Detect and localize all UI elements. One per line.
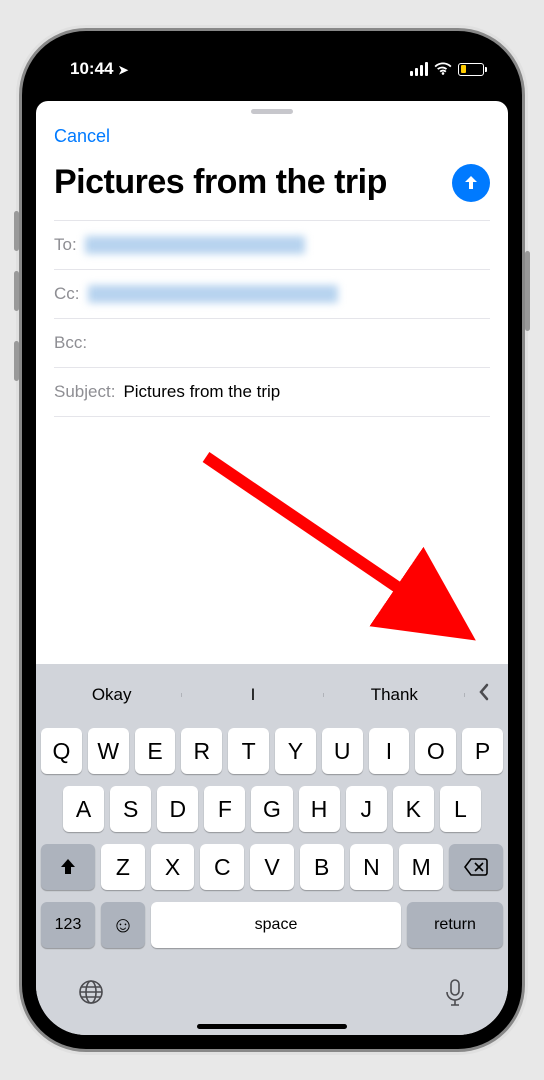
notch	[162, 31, 382, 65]
compose-card: Cancel Pictures from the trip To: Cc:	[36, 101, 508, 1035]
emoji-key[interactable]: ☺	[101, 902, 145, 948]
key-n[interactable]: N	[350, 844, 394, 890]
key-row-3: Z X C V B N M	[41, 844, 503, 890]
key-o[interactable]: O	[415, 728, 456, 774]
numbers-key[interactable]: 123	[41, 902, 95, 948]
key-f[interactable]: F	[204, 786, 245, 832]
backspace-icon	[464, 858, 488, 876]
key-t[interactable]: T	[228, 728, 269, 774]
arrow-up-icon	[461, 173, 481, 193]
wifi-icon	[434, 62, 452, 76]
backspace-key[interactable]	[449, 844, 503, 890]
keyboard: Okay I Thank Q W E R T Y U I O	[36, 664, 508, 1035]
key-h[interactable]: H	[299, 786, 340, 832]
body-area[interactable]	[36, 417, 508, 664]
globe-icon[interactable]	[77, 978, 105, 1006]
key-m[interactable]: M	[399, 844, 443, 890]
compose-title: Pictures from the trip	[54, 163, 387, 202]
subject-value: Pictures from the trip	[123, 382, 490, 402]
shift-key[interactable]	[41, 844, 95, 890]
cc-field[interactable]: Cc:	[54, 270, 490, 319]
fields: To: Cc: Bcc: Subject: Pictures from the …	[36, 220, 508, 417]
key-v[interactable]: V	[250, 844, 294, 890]
key-z[interactable]: Z	[101, 844, 145, 890]
cc-label: Cc:	[54, 284, 80, 304]
key-s[interactable]: S	[110, 786, 151, 832]
shift-icon	[57, 856, 79, 878]
key-d[interactable]: D	[157, 786, 198, 832]
to-field[interactable]: To:	[54, 220, 490, 270]
phone-frame: 10:44 ➤ Cancel Pictures from the trip	[22, 31, 522, 1049]
expand-suggestions-button[interactable]	[465, 682, 503, 708]
space-key[interactable]: space	[151, 902, 401, 948]
cellular-signal-icon	[410, 62, 428, 76]
return-key[interactable]: return	[407, 902, 503, 948]
key-q[interactable]: Q	[41, 728, 82, 774]
key-b[interactable]: B	[300, 844, 344, 890]
compose-title-row: Pictures from the trip	[36, 153, 508, 220]
send-button[interactable]	[452, 164, 490, 202]
key-p[interactable]: P	[462, 728, 503, 774]
suggestion-row: Okay I Thank	[41, 672, 503, 718]
key-u[interactable]: U	[322, 728, 363, 774]
key-r[interactable]: R	[181, 728, 222, 774]
suggestion-2[interactable]: I	[182, 685, 323, 705]
keyboard-bottom	[41, 960, 503, 1016]
key-i[interactable]: I	[369, 728, 410, 774]
key-e[interactable]: E	[135, 728, 176, 774]
subject-field[interactable]: Subject: Pictures from the trip	[54, 368, 490, 417]
key-y[interactable]: Y	[275, 728, 316, 774]
mic-icon[interactable]	[443, 978, 467, 1008]
key-g[interactable]: G	[251, 786, 292, 832]
home-indicator[interactable]	[197, 1024, 347, 1029]
key-row-2: A S D F G H J K L	[41, 786, 503, 832]
status-right	[410, 62, 484, 76]
key-row-1: Q W E R T Y U I O P	[41, 728, 503, 774]
key-j[interactable]: J	[346, 786, 387, 832]
suggestion-3[interactable]: Thank	[324, 685, 465, 705]
cancel-button[interactable]: Cancel	[54, 126, 110, 146]
screen: 10:44 ➤ Cancel Pictures from the trip	[36, 45, 508, 1035]
battery-icon	[458, 63, 484, 76]
key-c[interactable]: C	[200, 844, 244, 890]
key-x[interactable]: X	[151, 844, 195, 890]
bcc-field[interactable]: Bcc:	[54, 319, 490, 368]
bcc-label: Bcc:	[54, 333, 87, 353]
key-l[interactable]: L	[440, 786, 481, 832]
key-k[interactable]: K	[393, 786, 434, 832]
chevron-left-icon	[477, 682, 491, 702]
subject-label: Subject:	[54, 382, 115, 402]
key-row-4: 123 ☺ space return	[41, 902, 503, 948]
key-a[interactable]: A	[63, 786, 104, 832]
card-header: Cancel	[36, 114, 508, 153]
status-time: 10:44 ➤	[70, 59, 128, 79]
to-label: To:	[54, 235, 77, 255]
cc-value-redacted	[88, 285, 338, 303]
suggestion-1[interactable]: Okay	[41, 685, 182, 705]
key-w[interactable]: W	[88, 728, 129, 774]
annotation-arrow	[196, 447, 496, 667]
to-value-redacted	[85, 236, 305, 254]
